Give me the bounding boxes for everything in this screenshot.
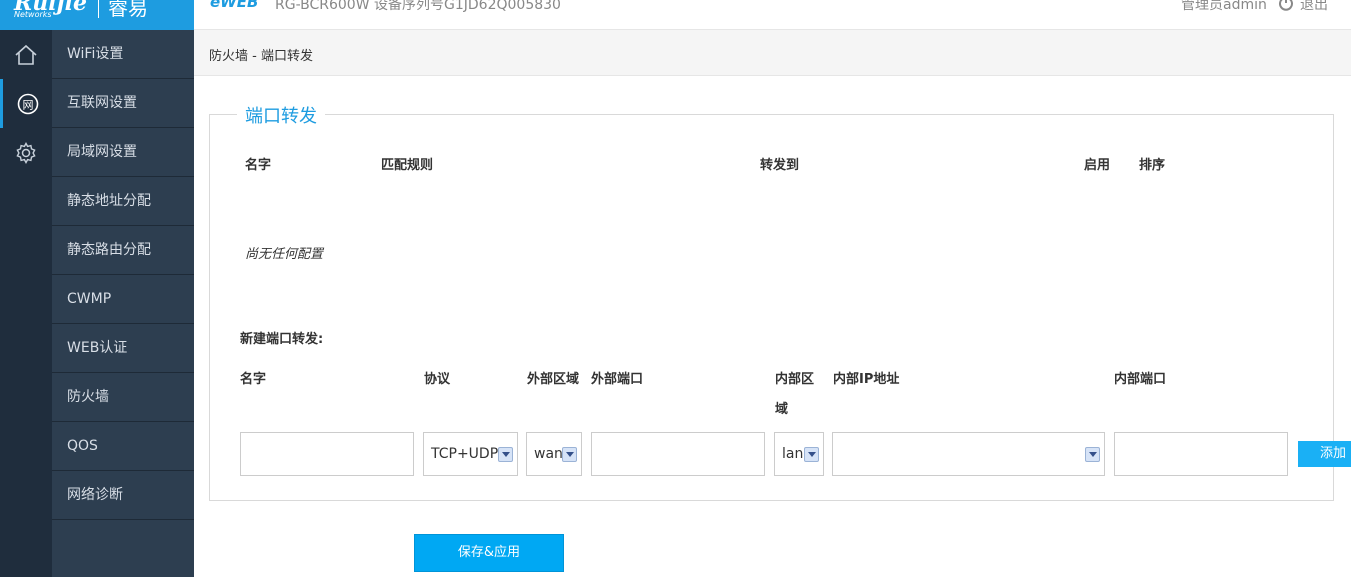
gear-icon <box>16 141 36 164</box>
admin-user[interactable]: 管理员admin <box>1181 0 1267 14</box>
label-name: 名字 <box>240 372 267 387</box>
col-header-forward: 转发到 <box>760 158 800 173</box>
icon-rail: 网 <box>0 30 52 577</box>
brand-logo-area: Ruijie Networks 睿易 <box>0 0 194 30</box>
col-header-match: 匹配规则 <box>381 158 434 173</box>
label-external-port: 外部端口 <box>591 372 644 387</box>
brand-chinese-name: 睿易 <box>108 0 148 20</box>
submenu-item-static-address[interactable]: 静态地址分配 <box>52 177 194 226</box>
protocol-select-value: TCP+UDP <box>431 446 499 462</box>
section-title: 端口转发 <box>237 102 325 128</box>
submenu-item-static-route[interactable]: 静态路由分配 <box>52 226 194 275</box>
col-header-sort: 排序 <box>1139 158 1166 173</box>
label-internal-port: 内部端口 <box>1114 372 1167 387</box>
label-internal-zone-wrap: 域 <box>775 402 789 417</box>
network-icon: 网 <box>17 93 38 114</box>
brand-separator <box>98 0 99 18</box>
label-internal-ip: 内部IP地址 <box>833 372 900 387</box>
breadcrumb-bar: 防火墙 - 端口转发 <box>194 30 1351 76</box>
external-port-input[interactable] <box>591 432 765 476</box>
submenu-item-internet[interactable]: 互联网设置 <box>52 79 194 128</box>
top-header: Ruijie Networks 睿易 eWEB RG-BCR600W 设备序列号… <box>0 0 1351 30</box>
internal-zone-select[interactable]: lan <box>774 432 824 476</box>
col-header-enable: 启用 <box>1084 158 1111 173</box>
sub-menu: WiFi设置 互联网设置 局域网设置 静态地址分配 静态路由分配 CWMP WE… <box>52 30 194 577</box>
internal-ip-select[interactable] <box>832 432 1105 476</box>
submenu-item-qos[interactable]: QOS <box>52 422 194 471</box>
new-rule-title: 新建端口转发: <box>240 332 324 347</box>
breadcrumb: 防火墙 - 端口转发 <box>209 49 313 64</box>
ruijie-logo-sub: Networks <box>14 10 52 19</box>
submenu-item-wifi[interactable]: WiFi设置 <box>52 30 194 79</box>
submenu-item-firewall[interactable]: 防火墙 <box>52 373 194 422</box>
rail-settings[interactable] <box>0 128 52 177</box>
name-input[interactable] <box>240 432 414 476</box>
rail-home[interactable] <box>0 30 52 79</box>
external-zone-select[interactable]: wan <box>526 432 582 476</box>
protocol-select[interactable]: TCP+UDP <box>423 432 518 476</box>
label-external-zone: 外部区域 <box>527 372 580 387</box>
submenu-item-lan[interactable]: 局域网设置 <box>52 128 194 177</box>
submenu-item-cwmp[interactable]: CWMP <box>52 275 194 324</box>
chevron-down-icon <box>498 447 513 462</box>
internal-port-input[interactable] <box>1114 432 1288 476</box>
submenu-item-diagnostics[interactable]: 网络诊断 <box>52 471 194 520</box>
svg-text:网: 网 <box>22 98 33 111</box>
logout-link[interactable]: 退出 <box>1300 0 1328 14</box>
rail-network[interactable]: 网 <box>0 79 52 128</box>
internal-zone-value: lan <box>782 446 804 462</box>
chevron-down-icon <box>1085 447 1100 462</box>
add-button[interactable]: 添加 <box>1298 441 1351 467</box>
eweb-logo: eWEB <box>210 0 259 11</box>
col-header-name: 名字 <box>245 158 272 173</box>
device-model-serial: RG-BCR600W 设备序列号G1JD62Q005830 <box>275 0 561 13</box>
chevron-down-icon <box>804 447 819 462</box>
submenu-item-web-auth[interactable]: WEB认证 <box>52 324 194 373</box>
external-zone-value: wan <box>534 446 563 462</box>
label-internal-zone: 内部区 <box>775 372 815 387</box>
label-protocol: 协议 <box>424 372 451 387</box>
save-apply-button[interactable]: 保存&应用 <box>414 534 564 572</box>
home-icon <box>15 44 37 65</box>
chevron-down-icon <box>562 447 577 462</box>
empty-message: 尚无任何配置 <box>245 247 324 262</box>
power-icon[interactable] <box>1278 0 1294 11</box>
